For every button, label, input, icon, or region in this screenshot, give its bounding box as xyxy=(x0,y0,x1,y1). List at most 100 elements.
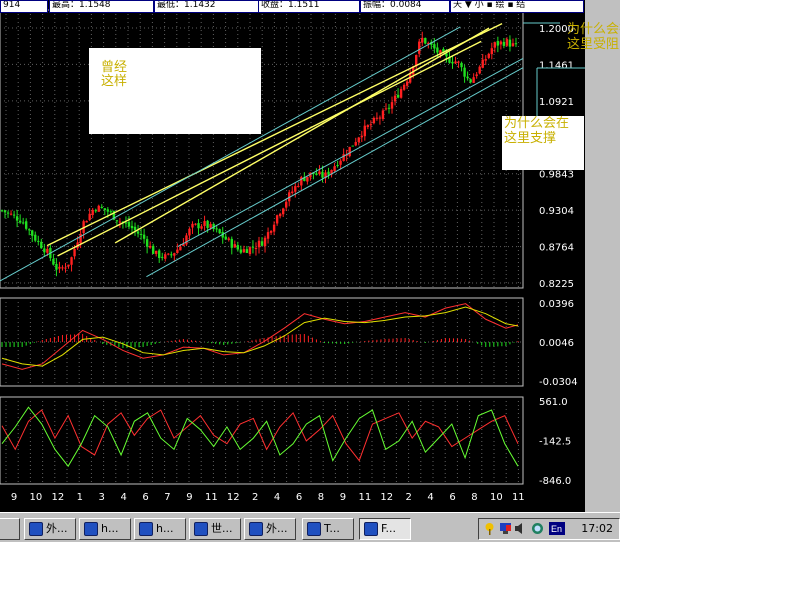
candle-body xyxy=(18,220,22,223)
candle-body xyxy=(381,110,385,119)
x-tick-label: 4 xyxy=(274,492,280,503)
chart-area[interactable]: 1.20001.14611.09210.98430.93040.87640.82… xyxy=(0,0,585,512)
candle-body xyxy=(91,209,94,215)
candle-body xyxy=(58,266,61,269)
x-tick-label: 10 xyxy=(490,492,503,503)
candle-body xyxy=(124,222,128,224)
candle-body xyxy=(136,231,140,234)
x-tick-label: 6 xyxy=(296,492,302,503)
window-icon xyxy=(84,522,98,536)
candle-body xyxy=(37,240,40,242)
x-tick-label: 2 xyxy=(405,492,411,503)
period-selector[interactable]: 天 ▼ 小 ▪ 绘 ▪ 结 xyxy=(450,0,584,13)
taskbar-button[interactable]: 世... xyxy=(189,518,241,540)
candle-body xyxy=(487,53,490,58)
candle-body xyxy=(294,186,297,192)
candle-body xyxy=(24,221,28,229)
candle-body xyxy=(499,41,503,45)
candle-body xyxy=(34,234,37,241)
y-tick-label: 0.0046 xyxy=(539,338,574,349)
candle-body xyxy=(109,211,113,213)
candle-body xyxy=(436,47,439,53)
candle-body xyxy=(493,42,497,48)
candle-body xyxy=(73,249,76,257)
candle-body xyxy=(61,267,64,269)
note-resistance: 为什么会在 这里受阻 xyxy=(567,22,620,52)
quote-high: 最高：1.1548 xyxy=(49,0,154,13)
taskbar-button-active[interactable]: F... xyxy=(359,518,411,540)
candle-body xyxy=(260,241,264,246)
x-tick-label: 9 xyxy=(186,492,192,503)
candle-body xyxy=(445,53,448,57)
candle-body xyxy=(402,84,406,90)
candle-body xyxy=(251,246,255,248)
candle-body xyxy=(372,117,376,124)
window-icon xyxy=(29,522,43,536)
quote-low: 最低：1.1432 xyxy=(154,0,259,13)
candle-body xyxy=(230,238,233,248)
candle-body xyxy=(390,102,394,109)
candle-body xyxy=(460,62,463,68)
taskbar-button-label: 世... xyxy=(211,522,233,535)
candle-body xyxy=(64,267,67,269)
y-tick-label: 561.0 xyxy=(539,397,568,408)
x-tick-label: 4 xyxy=(427,492,433,503)
note-support-line-1: 为什么会在 xyxy=(504,116,570,131)
y-tick-label: -142.5 xyxy=(539,437,571,448)
candle-body xyxy=(318,171,321,175)
candle-body xyxy=(481,59,484,68)
network-icon[interactable] xyxy=(483,522,496,535)
note-left-line-1: 曾经 xyxy=(101,60,128,75)
candle-body xyxy=(167,253,170,255)
taskbar-button[interactable]: T... xyxy=(302,518,354,540)
candle-body xyxy=(472,77,475,83)
candle-body xyxy=(227,238,230,240)
candle-body xyxy=(490,48,493,55)
candle-body xyxy=(191,223,194,228)
x-tick-label: 8 xyxy=(471,492,477,503)
candle-body xyxy=(9,213,13,215)
candle-body xyxy=(12,214,16,216)
speaker-icon[interactable] xyxy=(514,522,527,535)
taskbar-button-partial[interactable] xyxy=(0,518,20,540)
candle-body xyxy=(43,248,46,253)
language-icon[interactable]: En xyxy=(549,522,565,535)
y-tick-label: 0.9304 xyxy=(539,206,574,217)
annotation-box: 曾经 这样 xyxy=(89,48,261,134)
candle-body xyxy=(254,247,258,249)
y-tick-label: -846.0 xyxy=(539,476,571,487)
candle-body xyxy=(46,248,49,253)
ime-icon[interactable] xyxy=(531,522,544,535)
candle-body xyxy=(130,225,134,229)
monitor-icon[interactable] xyxy=(499,522,512,535)
candle-body xyxy=(115,220,119,222)
candle-body xyxy=(514,43,518,45)
taskbar-button[interactable]: 外... xyxy=(244,518,296,540)
candle-body xyxy=(31,230,34,236)
x-tick-label: 12 xyxy=(51,492,64,503)
candle-body xyxy=(151,245,155,254)
taskbar-button[interactable]: h... xyxy=(79,518,131,540)
y-tick-label: -0.0304 xyxy=(539,377,578,388)
taskbar-button[interactable]: h... xyxy=(134,518,186,540)
candle-body xyxy=(197,223,200,229)
x-tick-label: 6 xyxy=(142,492,148,503)
candle-body xyxy=(272,224,276,232)
candle-body xyxy=(263,237,267,247)
candle-body xyxy=(236,245,240,250)
x-tick-label: 11 xyxy=(205,492,218,503)
candle-body xyxy=(70,257,73,265)
candle-body xyxy=(15,216,19,221)
candle-body xyxy=(421,37,424,43)
window-icon xyxy=(139,522,153,536)
window-icon xyxy=(307,522,321,536)
taskbar-button-label: h... xyxy=(156,522,174,535)
candle-body xyxy=(55,263,58,270)
candle-body xyxy=(3,210,7,213)
candle-body xyxy=(206,220,209,228)
taskbar-button[interactable]: 外... xyxy=(24,518,76,540)
taskbar-button-label: 外... xyxy=(46,522,68,535)
x-tick-label: 12 xyxy=(227,492,240,503)
candle-body xyxy=(239,249,243,253)
candle-body xyxy=(28,229,31,231)
